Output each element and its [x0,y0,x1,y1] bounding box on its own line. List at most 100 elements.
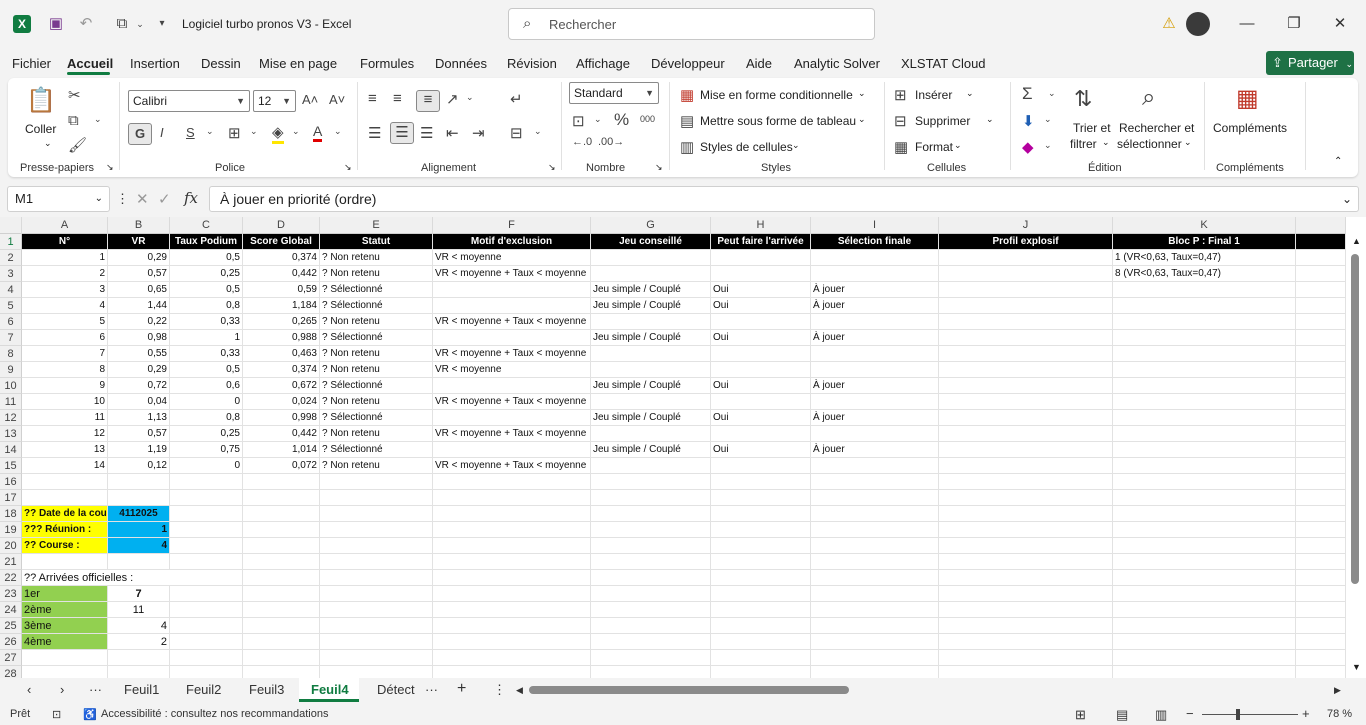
tab-mise-en-page[interactable]: Mise en page [259,56,337,71]
horizontal-scroll-thumb[interactable] [529,686,849,694]
cell[interactable] [433,442,591,458]
align-right-icon[interactable]: ☰ [420,124,433,142]
row-header[interactable]: 26 [0,634,22,650]
table-cell[interactable]: ? Sélectionné [320,298,433,314]
sheet-tab-feuil4[interactable]: Feuil4 [311,682,349,697]
increase-font-icon[interactable]: A˄ [302,92,318,107]
cell[interactable] [811,586,939,602]
row-header[interactable]: 24 [0,602,22,618]
vertical-scroll-thumb[interactable] [1351,254,1359,584]
thousands-separator-button[interactable]: 000 [640,114,655,124]
tab-formules[interactable]: Formules [360,56,414,71]
table-cell[interactable]: ? Non retenu [320,266,433,282]
format-as-table-button[interactable]: Mettre sous forme de tableau [700,114,856,128]
table-cell[interactable]: 5 [22,314,108,330]
table-cell[interactable]: ? Sélectionné [320,410,433,426]
row-header[interactable]: 4 [0,282,22,298]
table-cell[interactable]: VR < moyenne + Taux < moyenne [433,394,591,410]
chevron-down-icon[interactable]: ⌄ [292,126,300,137]
table-cell[interactable]: ? Non retenu [320,346,433,362]
table-cell[interactable]: 0,25 [170,426,243,442]
warning-icon[interactable]: ⚠ [1159,14,1179,34]
cell[interactable] [939,506,1113,522]
table-cell[interactable]: 0,29 [108,362,170,378]
cell[interactable] [1113,394,1296,410]
cell[interactable] [433,410,591,426]
table-cell[interactable]: ? Non retenu [320,362,433,378]
cell[interactable] [939,314,1113,330]
decrease-decimal-icon[interactable]: .00→ [598,136,624,148]
cell[interactable] [711,362,811,378]
table-cell[interactable]: 0,6 [170,378,243,394]
table-header-cell[interactable]: Bloc P : Final 1 [1113,234,1296,250]
column-header[interactable]: G [591,217,711,234]
cell[interactable] [591,634,711,650]
sort-filter-label-2[interactable]: filtrer [1070,137,1097,151]
cell[interactable] [811,394,939,410]
cell[interactable] [711,618,811,634]
cell[interactable] [939,298,1113,314]
scroll-down-icon[interactable]: ▼ [1352,662,1361,672]
table-cell[interactable]: 1,014 [243,442,320,458]
table-cell[interactable]: Jeu simple / Couplé [591,378,711,394]
confirm-icon[interactable]: ✓ [158,190,171,208]
row-header[interactable]: 3 [0,266,22,282]
select-all-corner[interactable] [0,217,22,234]
table-cell[interactable]: 0,72 [108,378,170,394]
chevron-down-icon[interactable]: ⌄ [334,126,342,137]
cell[interactable] [320,602,433,618]
cell[interactable] [170,634,243,650]
cell[interactable] [939,266,1113,282]
row-header[interactable]: 5 [0,298,22,314]
table-cell[interactable]: 2 [22,266,108,282]
bold-button[interactable]: G [128,123,152,145]
cell[interactable] [591,586,711,602]
cell[interactable] [591,618,711,634]
cell[interactable] [1113,554,1296,570]
cell[interactable] [939,474,1113,490]
cell[interactable] [320,474,433,490]
find-select-icon[interactable]: ⌕ [1142,84,1155,112]
table-header-cell[interactable]: Taux Podium [170,234,243,250]
column-header[interactable]: I [811,217,939,234]
conditional-format-icon[interactable]: ▦ [680,86,694,104]
table-cell[interactable]: 1,184 [243,298,320,314]
table-cell[interactable]: 0,33 [170,314,243,330]
cell[interactable] [1296,298,1346,314]
info-value-cell[interactable]: 4112025 [108,506,170,522]
table-cell[interactable]: 10 [22,394,108,410]
row-header[interactable]: 19 [0,522,22,538]
table-cell[interactable]: VR < moyenne + Taux < moyenne [433,458,591,474]
table-cell[interactable]: 0,59 [243,282,320,298]
arrivals-title[interactable]: ?? Arrivées officielles : [22,570,182,586]
cell[interactable] [1296,362,1346,378]
table-cell[interactable]: 0,8 [170,298,243,314]
cell[interactable] [1113,570,1296,586]
cell[interactable] [433,490,591,506]
table-cell[interactable]: 0,04 [108,394,170,410]
table-cell[interactable]: À jouer [811,298,939,314]
table-cell[interactable]: Jeu simple / Couplé [591,330,711,346]
table-cell[interactable]: VR < moyenne [433,362,591,378]
cell[interactable] [939,394,1113,410]
cell[interactable] [811,554,939,570]
table-cell[interactable]: Oui [711,410,811,426]
arrival-position-cell[interactable]: 3ème [22,618,108,634]
decrease-indent-icon[interactable]: ⇤ [446,124,459,142]
cell[interactable] [939,250,1113,266]
table-cell[interactable]: 0,55 [108,346,170,362]
cell[interactable] [711,570,811,586]
cell[interactable] [1296,474,1346,490]
cell[interactable] [939,634,1113,650]
cell[interactable] [433,282,591,298]
cell[interactable] [591,250,711,266]
table-cell[interactable]: 0,57 [108,426,170,442]
cell[interactable] [1113,426,1296,442]
cell[interactable] [320,554,433,570]
decrease-font-icon[interactable]: A˅ [329,92,345,107]
cell[interactable] [939,522,1113,538]
table-cell[interactable]: 0,33 [170,346,243,362]
paste-icon[interactable]: 📋 [26,86,56,116]
cell[interactable] [939,426,1113,442]
table-cell[interactable]: 0 [170,458,243,474]
